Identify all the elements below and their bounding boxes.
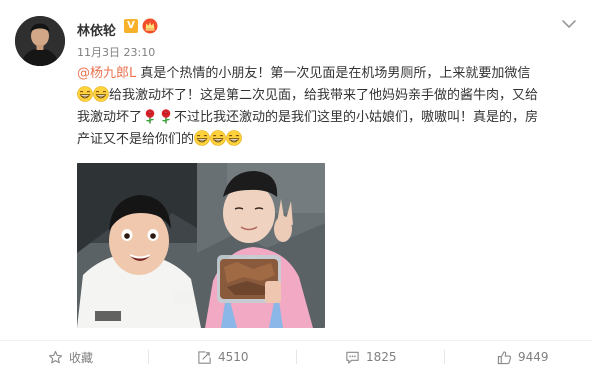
grin-emoji-icon (210, 130, 227, 146)
post-text-line: 我激动坏了 不过比我还激动的是我们这里的小姑娘们，嗷嗷叫！真是的，房 (77, 107, 582, 129)
post-text-segment: 给我激动坏了！这是第二次见面，给我带来了他妈妈亲手做的酱牛肉，又给 (109, 88, 539, 103)
grin-emoji-icon (226, 130, 243, 146)
grin-emoji-icon (77, 86, 93, 102)
comment-button[interactable]: 1825 (345, 346, 397, 368)
vip-crown-icon (142, 18, 158, 34)
thumbs-up-icon (497, 350, 512, 364)
post-text-line: @杨九郎L 真是个热情的小朋友！第一次见面是在机场男厕所，上来就要加微信 (77, 63, 582, 85)
post-text-line: 产证又不是给你们的 (77, 129, 582, 151)
post-text-segment: 真是个热情的小朋友！第一次见面是在机场男厕所，上来就要加微信 (136, 66, 531, 81)
action-bar-divider (0, 340, 592, 341)
rose-emoji-icon (161, 108, 172, 124)
post-text-line: 给我激动坏了！这是第二次见面，给我带来了他妈妈亲手做的酱牛肉，又给 (77, 85, 582, 107)
author-name[interactable]: 林依轮 (77, 20, 116, 39)
action-separator (444, 350, 445, 364)
repost-count: 4510 (218, 350, 249, 364)
action-separator (296, 350, 297, 364)
post-timestamp[interactable]: 11月3日 23:10 (77, 44, 155, 60)
repost-icon (198, 350, 211, 364)
star-icon (48, 350, 63, 363)
post-text-segment: 产证又不是给你们的 (77, 132, 195, 147)
favorite-button[interactable]: 收藏 (48, 346, 93, 368)
post-photo[interactable] (77, 163, 325, 328)
favorite-label: 收藏 (69, 350, 94, 365)
avatar[interactable] (15, 16, 65, 66)
action-separator (148, 350, 149, 364)
grin-emoji-icon (93, 86, 109, 102)
comment-count: 1825 (366, 350, 397, 364)
like-button[interactable]: 9449 (497, 346, 549, 368)
post-text-segment: 我激动坏了 (77, 110, 143, 125)
user-mention-link[interactable]: @杨九郎L (77, 66, 136, 81)
grin-emoji-icon (194, 130, 211, 146)
chevron-down-icon[interactable] (561, 15, 577, 29)
like-count: 9449 (518, 350, 549, 364)
weibo-post: 林依轮 V 11月3日 23:10 @杨九郎L 真是个热情的小朋友！第一次见面是… (0, 0, 592, 376)
repost-button[interactable]: 4510 (197, 346, 249, 368)
rose-emoji-icon (145, 108, 156, 124)
verified-badge: V (124, 19, 138, 33)
comment-icon (346, 351, 359, 364)
post-text: @杨九郎L 真是个热情的小朋友！第一次见面是在机场男厕所，上来就要加微信 给我激… (77, 63, 582, 151)
post-text-segment: 不过比我还激动的是我们这里的小姑娘们，嗷嗷叫！真是的，房 (174, 110, 539, 125)
